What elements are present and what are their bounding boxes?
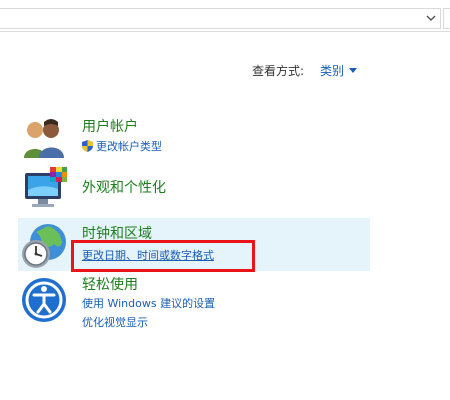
category-ease-of-access: 轻松使用 使用 Windows 建议的设置 优化视觉显示 xyxy=(18,272,370,334)
link-change-account-type[interactable]: 更改帐户类型 xyxy=(82,138,162,154)
caret-down-icon xyxy=(349,68,358,73)
category-user-accounts: 用户帐户 更改帐户类型 xyxy=(18,112,370,162)
link-label: 更改日期、时间或数字格式 xyxy=(82,249,214,262)
category-appearance: 外观和个性化 xyxy=(18,165,370,215)
monitor-palette-icon xyxy=(25,167,67,207)
link-change-date-time-number-format[interactable]: 更改日期、时间或数字格式 xyxy=(82,247,214,263)
view-by-label: 查看方式: xyxy=(252,64,305,78)
chevron-down-icon[interactable] xyxy=(424,11,438,25)
link-label: 更改帐户类型 xyxy=(96,140,162,153)
view-by-dropdown[interactable]: 类别 xyxy=(320,62,358,79)
link-label: 使用 Windows 建议的设置 xyxy=(82,297,216,310)
view-by-value: 类别 xyxy=(320,64,345,78)
clock-globe-icon xyxy=(22,224,66,268)
link-use-windows-recommended-settings[interactable]: 使用 Windows 建议的设置 xyxy=(82,295,215,311)
refresh-button[interactable] xyxy=(443,8,450,29)
ease-of-access-icon xyxy=(22,278,66,322)
category-title-user-accounts[interactable]: 用户帐户 xyxy=(82,116,138,136)
link-optimize-visual-display[interactable]: 优化视觉显示 xyxy=(82,314,148,330)
address-bar[interactable] xyxy=(0,8,441,29)
users-icon xyxy=(24,119,64,158)
category-title-appearance[interactable]: 外观和个性化 xyxy=(82,177,166,197)
category-title-ease-of-access[interactable]: 轻松使用 xyxy=(82,274,138,294)
uac-shield-icon xyxy=(82,140,93,152)
address-bar-area xyxy=(0,0,450,32)
category-title-clock-region[interactable]: 时钟和区域 xyxy=(82,223,152,243)
category-clock-region[interactable]: 时钟和区域 更改日期、时间或数字格式 xyxy=(18,218,370,271)
link-label: 优化视觉显示 xyxy=(82,316,148,329)
